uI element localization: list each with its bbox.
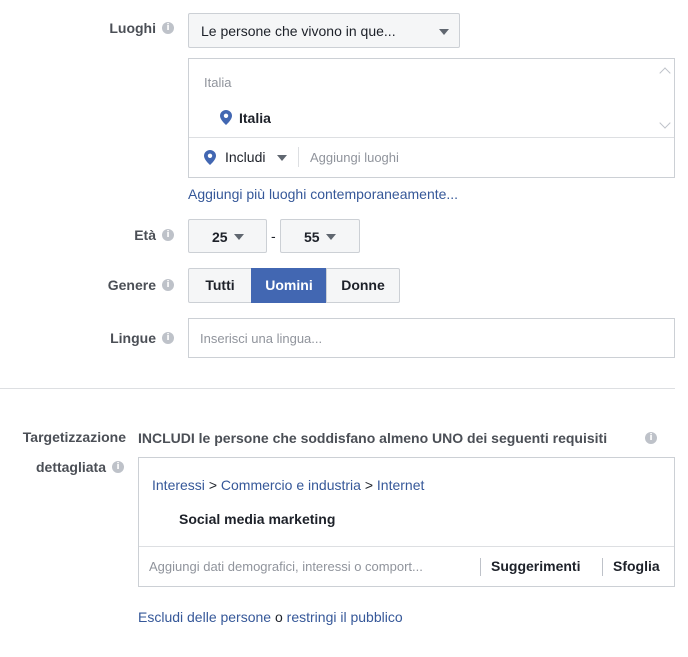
- chevron-down-icon: [326, 234, 336, 240]
- age-min-value: 25: [212, 229, 228, 245]
- scroll-down-icon[interactable]: [659, 117, 671, 129]
- description-info-icon[interactable]: i: [645, 432, 657, 444]
- chevron-down-icon: [439, 29, 449, 35]
- narrow-audience-link[interactable]: restringi il pubblico: [287, 609, 403, 625]
- gender-women-button[interactable]: Donne: [326, 268, 400, 303]
- locations-info-icon[interactable]: i: [162, 22, 174, 34]
- suggestions-separator: [480, 558, 481, 576]
- include-chevron-down-icon[interactable]: [277, 155, 287, 161]
- exclude-people-link[interactable]: Escludi delle persone: [138, 609, 271, 625]
- selected-interest[interactable]: Social media marketing: [179, 511, 335, 527]
- selected-location[interactable]: Italia: [239, 110, 271, 126]
- gender-men-button[interactable]: Uomini: [251, 268, 327, 303]
- age-max-value: 55: [304, 229, 320, 245]
- locations-box: Italia Italia Includi Aggiungi luoghi: [188, 58, 675, 178]
- scroll-up-icon[interactable]: [659, 67, 671, 79]
- path-separator: >: [364, 477, 374, 493]
- language-input[interactable]: Inserisci una lingua...: [188, 318, 675, 358]
- path-business-link[interactable]: Commercio e industria: [221, 477, 361, 493]
- add-locations-input[interactable]: Aggiungi luoghi: [310, 150, 399, 165]
- browse-button[interactable]: Sfoglia: [613, 558, 660, 574]
- gender-all-button[interactable]: Tutti: [188, 268, 252, 303]
- include-dropdown[interactable]: Includi: [225, 149, 265, 165]
- gender-label: Genere: [107, 277, 156, 293]
- targeting-path: Interessi > Commercio e industria > Inte…: [152, 477, 424, 493]
- browse-separator: [602, 558, 603, 576]
- age-label: Età: [134, 227, 156, 243]
- path-interests-link[interactable]: Interessi: [152, 477, 205, 493]
- targeting-divider: [139, 546, 674, 547]
- detailed-targeting-label-line1: Targetizzazione: [22, 429, 126, 445]
- location-pin-icon: [220, 110, 232, 128]
- exclude-narrow-row: Escludi delle persone o restringi il pub…: [138, 609, 403, 625]
- languages-label: Lingue: [110, 330, 156, 346]
- chevron-down-icon: [234, 234, 244, 240]
- age-info-icon[interactable]: i: [162, 229, 174, 241]
- detailed-targeting-description: INCLUDI le persone che soddisfano almeno…: [138, 430, 608, 446]
- location-group-header: Italia: [204, 75, 232, 90]
- locations-label: Luoghi: [109, 20, 156, 36]
- include-separator: [298, 147, 299, 167]
- languages-info-icon[interactable]: i: [162, 332, 174, 344]
- path-internet-link[interactable]: Internet: [377, 477, 424, 493]
- targeting-search-input[interactable]: Aggiungi dati demografici, interessi o c…: [149, 559, 423, 574]
- location-mode-value: Le persone che vivono in que...: [201, 23, 396, 39]
- detailed-targeting-box: Interessi > Commercio e industria > Inte…: [138, 457, 675, 587]
- or-text: o: [274, 609, 283, 625]
- include-pin-icon: [204, 150, 216, 168]
- suggestions-button[interactable]: Suggerimenti: [491, 558, 580, 574]
- age-separator: -: [271, 228, 276, 244]
- path-separator: >: [208, 477, 217, 493]
- detailed-targeting-info-icon[interactable]: i: [112, 461, 124, 473]
- section-divider: [0, 388, 675, 389]
- language-input-placeholder: Inserisci una lingua...: [200, 331, 323, 346]
- bulk-add-locations-link[interactable]: Aggiungi più luoghi contemporaneamente..…: [188, 186, 458, 202]
- age-max-dropdown[interactable]: 55: [280, 219, 360, 253]
- gender-info-icon[interactable]: i: [162, 279, 174, 291]
- age-min-dropdown[interactable]: 25: [188, 219, 267, 253]
- location-mode-dropdown[interactable]: Le persone che vivono in que...: [188, 13, 460, 48]
- detailed-targeting-label-line2: dettagliata: [35, 459, 106, 475]
- locations-divider: [189, 137, 674, 138]
